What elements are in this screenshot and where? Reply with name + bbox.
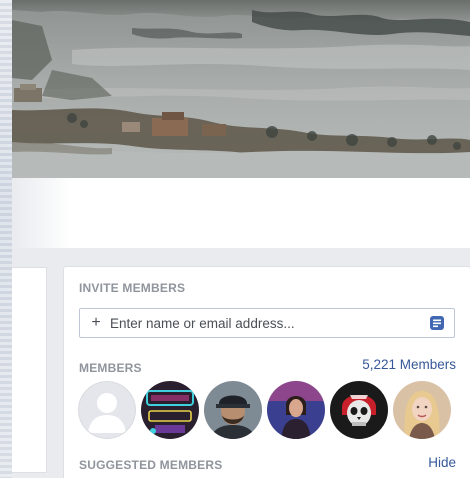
member-avatar-6[interactable]: [393, 381, 451, 439]
member-avatar-4[interactable]: [267, 381, 325, 439]
left-edge-strip: [0, 0, 12, 478]
contact-list-icon[interactable]: [429, 315, 445, 331]
cover-photo[interactable]: [12, 0, 470, 178]
avatar-man-cap-beard-icon: [204, 381, 262, 439]
invite-members-field[interactable]: +: [79, 308, 455, 338]
hide-suggested-link[interactable]: Hide: [428, 455, 456, 470]
invite-members-input[interactable]: [106, 315, 429, 331]
invite-members-title: INVITE MEMBERS: [79, 281, 186, 295]
member-avatar-3[interactable]: [204, 381, 262, 439]
member-avatar-default[interactable]: [78, 381, 136, 439]
avatar-neon-sign-icon: [141, 381, 199, 439]
left-content-card: [12, 267, 47, 473]
cover-photo-flood-landscape: [12, 0, 470, 178]
member-avatar-5[interactable]: [330, 381, 388, 439]
cover-band-fade: [12, 178, 72, 248]
avatar-woman-stage-icon: [267, 381, 325, 439]
members-count-link[interactable]: 5,221 Members: [362, 357, 456, 372]
avatar-skull-helmet-icon: [330, 381, 388, 439]
plus-icon: +: [91, 314, 101, 331]
cover-band: [12, 178, 470, 248]
member-avatars: [78, 381, 451, 439]
members-title: MEMBERS: [79, 361, 142, 375]
members-panel: INVITE MEMBERS + MEMBERS 5,221 Members: [63, 266, 470, 478]
group-page: INVITE MEMBERS + MEMBERS 5,221 Members: [0, 0, 470, 478]
default-avatar-silhouette-icon: [78, 381, 136, 439]
avatar-woman-blonde-icon: [393, 381, 451, 439]
member-avatar-2[interactable]: [141, 381, 199, 439]
suggested-members-title: SUGGESTED MEMBERS: [79, 458, 223, 472]
